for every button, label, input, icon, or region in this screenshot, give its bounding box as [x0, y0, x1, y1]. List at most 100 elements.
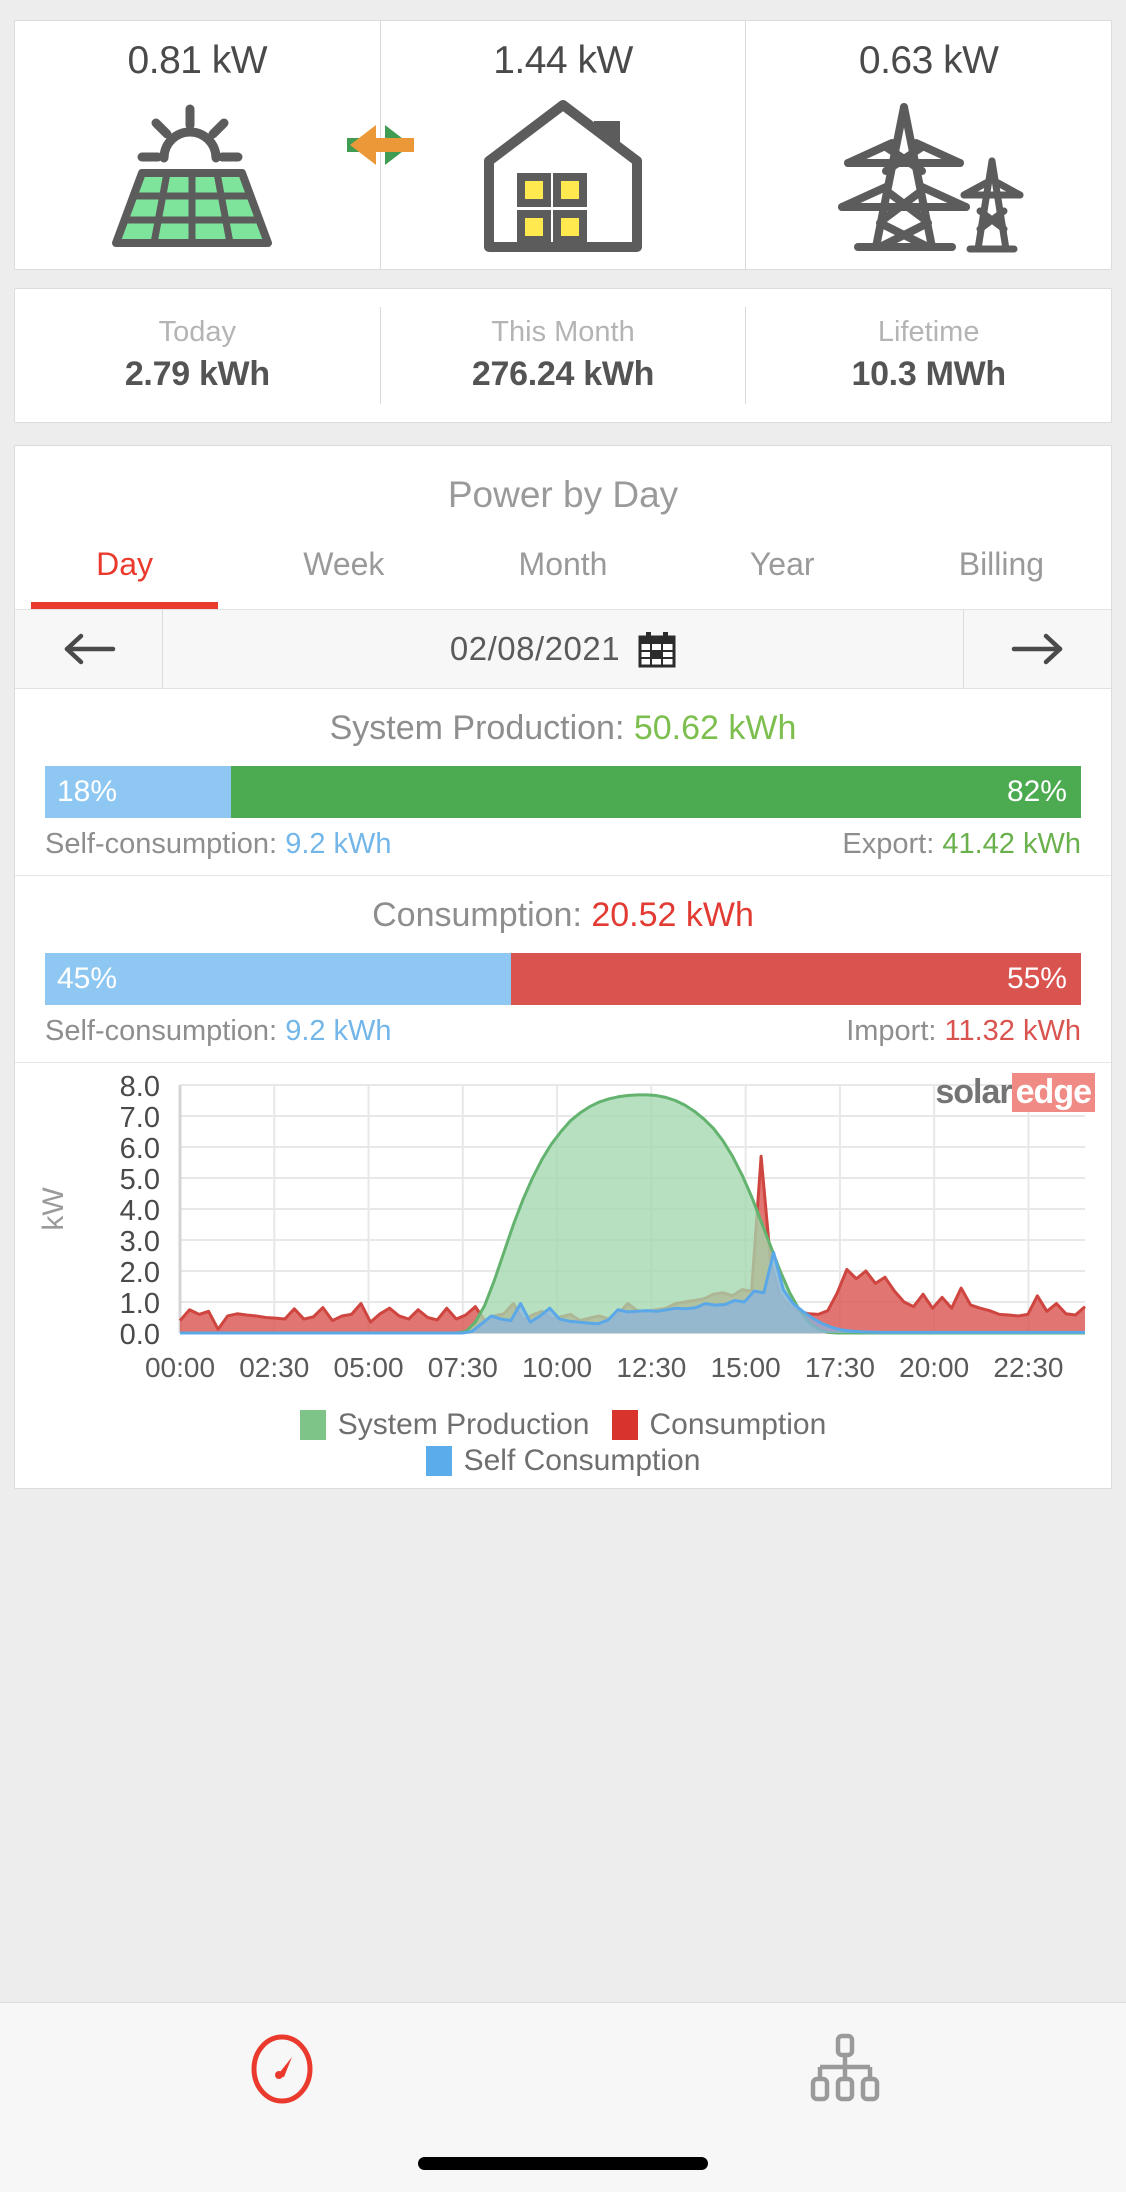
flow-cell-house[interactable]: 1.44 kW: [349, 21, 747, 269]
brand-part1: solar: [935, 1073, 1012, 1111]
nav-layout-button[interactable]: [563, 2003, 1126, 2105]
x-tick-label: 22:30: [993, 1352, 1063, 1383]
production-export-segment: 82%: [231, 766, 1081, 818]
solar-panel-icon: [15, 83, 380, 269]
stat-value: 2.79 kWh: [124, 355, 270, 394]
y-tick-label: 2.0: [120, 1257, 160, 1289]
legend-row-1: System Production Consumption: [299, 1408, 827, 1442]
stat-value: 276.24 kWh: [471, 355, 655, 394]
house-power-value: 1.44 kW: [493, 39, 633, 82]
tab-label: Billing: [958, 546, 1045, 582]
tab-billing[interactable]: Billing: [892, 538, 1111, 609]
y-tick-label: 3.0: [120, 1226, 160, 1258]
power-chart-panel: solar edge 0.0 1.0 2.0 3.0 4.0 5.0 6.0 7.0 8.0 kW 0…: [15, 1063, 1111, 1488]
legend-label: Self Consumption: [463, 1444, 701, 1477]
label: Export:: [842, 828, 935, 860]
y-tick-label: 6.0: [120, 1133, 160, 1165]
legend-item-production: System Production: [299, 1408, 590, 1442]
y-axis-label: kW: [37, 1187, 70, 1231]
stat-lifetime: Lifetime 10.3 MWh: [746, 307, 1111, 404]
y-tick-label: 1.0: [120, 1288, 160, 1320]
scroll-area[interactable]: 0.81 kW 1.44 kW 0.63 kW Today 2.79 kWh T…: [0, 0, 1126, 2002]
y-tick-label: 8.0: [120, 1071, 160, 1103]
next-day-button[interactable]: [963, 610, 1111, 688]
production-split-bar: 18% 82%: [45, 766, 1081, 818]
arrow-left-icon: [64, 633, 115, 665]
x-tick-label: 07:30: [428, 1352, 498, 1383]
system-production-panel: System Production: 50.62 kWh 18% 82% Sel…: [15, 689, 1111, 876]
legend-label: Consumption: [649, 1408, 827, 1441]
tab-label: Month: [518, 546, 608, 582]
tab-year[interactable]: Year: [673, 538, 892, 609]
x-tick-label: 02:30: [239, 1352, 309, 1383]
stat-label: Lifetime: [877, 315, 980, 348]
flow-cell-grid[interactable]: 0.63 kW: [746, 21, 1111, 269]
energy-stats-card: Today 2.79 kWh This Month 276.24 kWh Lif…: [14, 288, 1112, 423]
value: 11.32 kWh: [944, 1015, 1081, 1047]
tab-label: Year: [749, 546, 815, 582]
value: 41.42 kWh: [942, 828, 1081, 860]
production-self-segment: 18%: [45, 766, 232, 818]
date-navigator: 02/08/2021: [15, 609, 1111, 689]
tab-day[interactable]: Day: [15, 538, 234, 609]
production-power-value: 0.81 kW: [127, 39, 268, 82]
stat-this-month: This Month 276.24 kWh: [381, 306, 747, 405]
energy-flow-card: 0.81 kW 1.44 kW 0.63 kW: [14, 20, 1112, 270]
flow-cell-production[interactable]: 0.81 kW: [15, 21, 411, 269]
series-area-system-production: [180, 1094, 1085, 1333]
site-layout-icon: [810, 2033, 879, 2102]
consumption-panel: Consumption: 20.52 kWh 45% 55% Self-cons…: [15, 876, 1111, 1063]
production-label: System Production:: [329, 709, 625, 747]
x-tick-label: 10:00: [522, 1352, 592, 1383]
tab-month[interactable]: Month: [453, 538, 672, 609]
house-icon: [381, 83, 746, 269]
tab-week[interactable]: Week: [234, 538, 453, 609]
legend-swatch: [425, 1446, 452, 1476]
consumption-self-segment: 45%: [45, 953, 512, 1005]
y-tick-label: 4.0: [120, 1195, 160, 1227]
calendar-icon[interactable]: [638, 630, 676, 668]
legend-label: System Production: [337, 1408, 590, 1441]
power-by-day-card: Power by Day Day Week Month Year Billing: [14, 445, 1112, 1489]
selected-date: 02/08/2021: [449, 630, 621, 667]
nav-dashboard-button[interactable]: [0, 2003, 563, 2105]
solaredge-logo: solar edge: [935, 1073, 1095, 1112]
period-tabs: Day Week Month Year Billing: [15, 538, 1111, 609]
consumption-import-segment: 55%: [511, 953, 1081, 1005]
legend-row-2: Self Consumption: [425, 1444, 701, 1478]
consumption-split-bar: 45% 55%: [45, 953, 1081, 1005]
x-tick-label: 15:00: [711, 1352, 781, 1383]
x-tick-label: 17:30: [805, 1352, 875, 1383]
consumption-import-pct: 55%: [1006, 962, 1067, 995]
consumption-label: Consumption:: [372, 896, 582, 934]
prev-day-button[interactable]: [15, 610, 163, 688]
date-display[interactable]: 02/08/2021: [163, 610, 963, 688]
legend-item-self-consumption: Self Consumption: [425, 1444, 701, 1478]
x-tick-label: 00:00: [145, 1352, 215, 1383]
stat-today: Today 2.79 kWh: [15, 306, 381, 405]
production-headline: System Production: 50.62 kWh: [45, 709, 1081, 748]
chart-canvas[interactable]: 0.0 1.0 2.0 3.0 4.0 5.0 6.0 7.0 8.0 kW 00:00 02:30 0…: [15, 1071, 1111, 1406]
tab-label: Day: [96, 546, 154, 582]
page-title: Power by Day: [447, 474, 679, 515]
x-tick-label: 12:30: [616, 1352, 686, 1383]
y-tick-label: 7.0: [120, 1102, 160, 1134]
x-tick-label: 05:00: [334, 1352, 404, 1383]
y-tick-label: 5.0: [120, 1164, 160, 1196]
consumption-headline: Consumption: 20.52 kWh: [45, 896, 1081, 935]
app-screen: 0.81 kW 1.44 kW 0.63 kW Today 2.79 kWh T…: [0, 0, 1126, 2192]
arrow-right-icon: [1011, 633, 1062, 665]
label: Import:: [846, 1015, 937, 1047]
legend-swatch: [299, 1410, 326, 1440]
brand-part2: edge: [1011, 1073, 1095, 1112]
y-tick-label: 0.0: [120, 1319, 160, 1351]
production-value: 50.62 kWh: [633, 709, 797, 747]
stat-label: This Month: [491, 315, 635, 348]
bottom-navigation: [0, 2002, 1126, 2192]
tab-label: Week: [303, 546, 385, 582]
legend-item-consumption: Consumption: [611, 1408, 827, 1442]
label: Self-consumption:: [45, 1015, 278, 1047]
production-export-foot: Export: 41.42 kWh: [842, 828, 1081, 861]
grid-tower-icon: [746, 83, 1111, 269]
consumption-value: 20.52 kWh: [591, 896, 754, 934]
